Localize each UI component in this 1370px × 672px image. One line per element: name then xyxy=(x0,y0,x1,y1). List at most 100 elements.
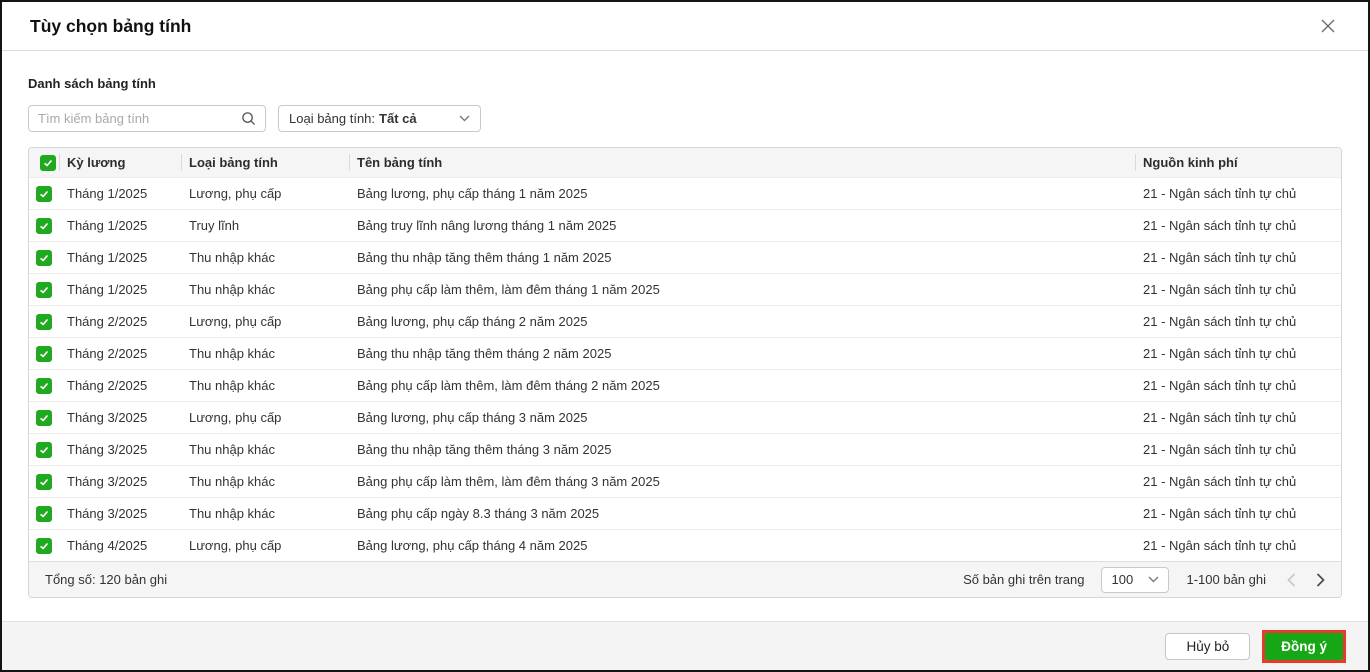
table-row: Tháng 1/2025 Truy lĩnh Bảng truy lĩnh nâ… xyxy=(29,209,1341,241)
row-checkbox[interactable] xyxy=(36,185,52,202)
row-checkbox[interactable] xyxy=(36,441,52,458)
row-checkbox[interactable] xyxy=(36,313,52,330)
select-all-checkbox[interactable] xyxy=(40,154,56,171)
cell-funding-source: 21 - Ngân sách tỉnh tự chủ xyxy=(1143,410,1297,425)
dialog-content: Danh sách bảng tính Loại bảng tính: Tất … xyxy=(2,51,1368,598)
row-checkbox-cell xyxy=(29,505,59,522)
page-size-value: 100 xyxy=(1111,572,1134,587)
header-type: Loại bảng tính xyxy=(181,148,349,177)
row-checkbox-cell xyxy=(29,217,59,234)
table-row: Tháng 1/2025 Thu nhập khác Bảng phụ cấp … xyxy=(29,273,1341,305)
table-row: Tháng 3/2025 Thu nhập khác Bảng thu nhập… xyxy=(29,433,1341,465)
dialog-footer: Hủy bỏ Đồng ý xyxy=(2,621,1368,670)
row-checkbox[interactable] xyxy=(36,281,52,298)
dialog-header: Tùy chọn bảng tính xyxy=(2,2,1368,51)
cell-sheet-type: Thu nhập khác xyxy=(189,250,276,265)
cell-sheet-type: Thu nhập khác xyxy=(189,474,276,489)
row-checkbox[interactable] xyxy=(36,217,52,234)
header-fund: Nguồn kinh phí xyxy=(1135,148,1341,177)
cell-sheet-type: Lương, phụ cấp xyxy=(189,314,282,329)
cancel-button[interactable]: Hủy bỏ xyxy=(1165,632,1251,660)
dialog-title: Tùy chọn bảng tính xyxy=(30,15,192,36)
pagination-controls: Số bản ghi trên trang 100 1-100 bản ghi xyxy=(963,566,1325,593)
table-row: Tháng 3/2025 Thu nhập khác Bảng phụ cấp … xyxy=(29,465,1341,497)
cell-sheet-name: Bảng lương, phụ cấp tháng 1 năm 2025 xyxy=(357,186,588,201)
list-section-label: Danh sách bảng tính xyxy=(28,76,156,91)
confirm-button[interactable]: Đồng ý xyxy=(1265,632,1343,660)
row-checkbox[interactable] xyxy=(36,505,52,522)
cell-sheet-name: Bảng lương, phụ cấp tháng 2 năm 2025 xyxy=(357,314,588,329)
spreadsheet-options-dialog: Tùy chọn bảng tính Danh sách bảng tính L… xyxy=(0,0,1370,672)
cell-funding-source: 21 - Ngân sách tỉnh tự chủ xyxy=(1143,314,1297,329)
table-row: Tháng 3/2025 Lương, phụ cấp Bảng lương, … xyxy=(29,401,1341,433)
cell-sheet-name: Bảng thu nhập tăng thêm tháng 1 năm 2025 xyxy=(357,250,612,265)
cell-funding-source: 21 - Ngân sách tỉnh tự chủ xyxy=(1143,282,1297,297)
row-checkbox-cell xyxy=(29,249,59,266)
cell-funding-source: 21 - Ngân sách tỉnh tự chủ xyxy=(1143,538,1297,553)
row-checkbox-cell xyxy=(29,441,59,458)
close-icon[interactable] xyxy=(1318,16,1338,36)
cell-salary-period: Tháng 3/2025 xyxy=(67,442,148,457)
search-box xyxy=(28,105,266,132)
cell-salary-period: Tháng 1/2025 xyxy=(67,250,148,265)
cell-sheet-type: Thu nhập khác xyxy=(189,442,276,457)
pager xyxy=(1287,572,1325,587)
row-checkbox[interactable] xyxy=(36,345,52,362)
cell-salary-period: Tháng 4/2025 xyxy=(67,538,148,553)
cell-sheet-name: Bảng truy lĩnh nâng lương tháng 1 năm 20… xyxy=(357,218,617,233)
row-checkbox-cell xyxy=(29,345,59,362)
row-checkbox-cell xyxy=(29,409,59,426)
cell-funding-source: 21 - Ngân sách tỉnh tự chủ xyxy=(1143,506,1297,521)
row-checkbox[interactable] xyxy=(36,249,52,266)
cell-sheet-type: Thu nhập khác xyxy=(189,282,276,297)
table-body: Tháng 1/2025 Lương, phụ cấp Bảng lương, … xyxy=(29,177,1341,561)
table-row: Tháng 3/2025 Thu nhập khác Bảng phụ cấp … xyxy=(29,497,1341,529)
cell-sheet-name: Bảng thu nhập tăng thêm tháng 2 năm 2025 xyxy=(357,346,612,361)
table-row: Tháng 1/2025 Lương, phụ cấp Bảng lương, … xyxy=(29,177,1341,209)
next-page-icon[interactable] xyxy=(1316,572,1325,587)
previous-page-icon[interactable] xyxy=(1287,572,1296,587)
row-checkbox-cell xyxy=(29,185,59,202)
cell-sheet-type: Lương, phụ cấp xyxy=(189,410,282,425)
cell-sheet-name: Bảng lương, phụ cấp tháng 4 năm 2025 xyxy=(357,538,588,553)
cell-sheet-type: Lương, phụ cấp xyxy=(189,186,282,201)
table-row: Tháng 4/2025 Lương, phụ cấp Bảng lương, … xyxy=(29,529,1341,561)
cell-funding-source: 21 - Ngân sách tỉnh tự chủ xyxy=(1143,378,1297,393)
table-row: Tháng 2/2025 Thu nhập khác Bảng thu nhập… xyxy=(29,337,1341,369)
cell-funding-source: 21 - Ngân sách tỉnh tự chủ xyxy=(1143,250,1297,265)
cell-salary-period: Tháng 2/2025 xyxy=(67,346,148,361)
cell-sheet-name: Bảng phụ cấp làm thêm, làm đêm tháng 2 n… xyxy=(357,378,660,393)
cell-salary-period: Tháng 1/2025 xyxy=(67,282,148,297)
record-range-text: 1-100 bản ghi xyxy=(1186,572,1266,587)
row-checkbox-cell xyxy=(29,473,59,490)
header-period: Kỳ lương xyxy=(59,148,181,177)
cell-salary-period: Tháng 2/2025 xyxy=(67,314,148,329)
row-checkbox[interactable] xyxy=(36,537,52,554)
cell-salary-period: Tháng 2/2025 xyxy=(67,378,148,393)
cell-sheet-type: Truy lĩnh xyxy=(189,218,240,233)
table-header-row: Kỳ lương Loại bảng tính Tên bảng tính Ng… xyxy=(29,148,1341,177)
cell-funding-source: 21 - Ngân sách tỉnh tự chủ xyxy=(1143,186,1297,201)
table-row: Tháng 2/2025 Lương, phụ cấp Bảng lương, … xyxy=(29,305,1341,337)
cell-salary-period: Tháng 3/2025 xyxy=(67,506,148,521)
row-checkbox[interactable] xyxy=(36,409,52,426)
page-size-select[interactable]: 100 xyxy=(1101,566,1170,593)
cell-sheet-type: Lương, phụ cấp xyxy=(189,538,282,553)
row-checkbox-cell xyxy=(29,537,59,554)
table-footer: Tổng số: 120 bản ghi Số bản ghi trên tra… xyxy=(29,561,1341,597)
cell-salary-period: Tháng 1/2025 xyxy=(67,218,148,233)
cell-sheet-type: Thu nhập khác xyxy=(189,378,276,393)
row-checkbox[interactable] xyxy=(36,377,52,394)
cell-salary-period: Tháng 3/2025 xyxy=(67,474,148,489)
cell-sheet-type: Thu nhập khác xyxy=(189,506,276,521)
sheet-type-filter-dropdown[interactable]: Loại bảng tính: Tất cả xyxy=(278,105,481,132)
table-row: Tháng 2/2025 Thu nhập khác Bảng phụ cấp … xyxy=(29,369,1341,401)
cell-sheet-name: Bảng phụ cấp ngày 8.3 tháng 3 năm 2025 xyxy=(357,506,600,521)
total-records-text: Tổng số: 120 bản ghi xyxy=(45,572,168,587)
chevron-down-icon xyxy=(1148,576,1159,583)
search-input[interactable] xyxy=(38,111,241,126)
cell-funding-source: 21 - Ngân sách tỉnh tự chủ xyxy=(1143,346,1297,361)
cell-sheet-type: Thu nhập khác xyxy=(189,346,276,361)
row-checkbox[interactable] xyxy=(36,473,52,490)
cell-sheet-name: Bảng lương, phụ cấp tháng 3 năm 2025 xyxy=(357,410,588,425)
